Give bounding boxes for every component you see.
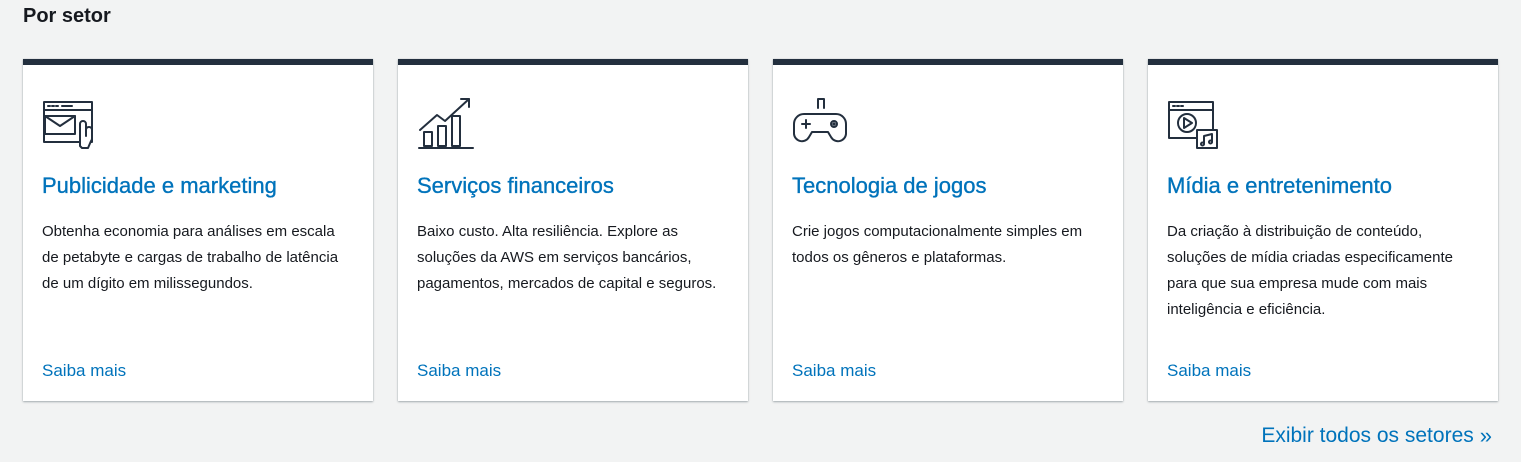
learn-more-link[interactable]: Saiba mais [1167,361,1251,381]
learn-more-link[interactable]: Saiba mais [792,361,876,381]
card-description: Da criação à distribuição de conteúdo, s… [1167,223,1453,318]
card-title[interactable]: Publicidade e marketing [42,173,277,199]
sector-card-gaming: Tecnologia de jogos Crie jogos computaci… [773,59,1123,401]
gamepad-icon [792,94,847,152]
sector-cards: Publicidade e marketing Obtenha economia… [23,59,1498,401]
learn-more-link[interactable]: Saiba mais [417,361,501,381]
card-title[interactable]: Serviços financeiros [417,173,614,199]
card-title[interactable]: Tecnologia de jogos [792,173,987,199]
sector-card-media: Mídia e entretenimento Da criação à dist… [1148,59,1498,401]
double-chevron-right-icon: » [1479,423,1492,448]
email-browser-icon [42,94,96,152]
card-description: Baixo custo. Alta resiliência. Explore a… [417,223,717,292]
view-all-label: Exibir todos os setores [1261,424,1474,447]
view-all-sectors-link[interactable]: Exibir todos os setores » [1261,424,1492,448]
growth-chart-icon [417,94,474,152]
section-title: Por setor [23,5,111,27]
media-player-icon [1167,94,1221,152]
learn-more-link[interactable]: Saiba mais [42,361,126,381]
card-description: Obtenha economia para análises em escala… [42,223,339,292]
card-title[interactable]: Mídia e entretenimento [1167,173,1392,199]
sector-card-financial: Serviços financeiros Baixo custo. Alta r… [398,59,748,401]
sector-card-advertising: Publicidade e marketing Obtenha economia… [23,59,373,401]
card-description: Crie jogos computacionalmente simples em… [792,223,1083,266]
